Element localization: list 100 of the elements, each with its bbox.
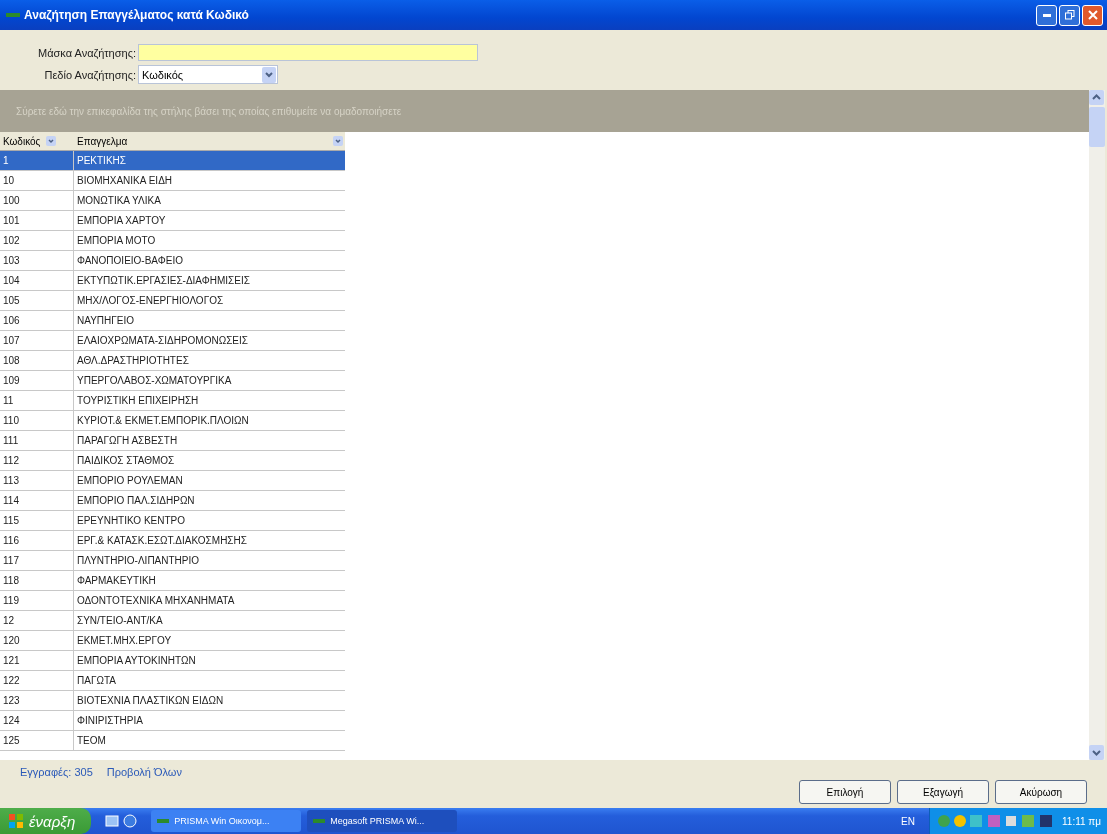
table-row[interactable]: 10 ΒΙΟΜΗΧΑΝΙΚΑ ΕΙΔΗ — [0, 171, 345, 191]
table-cell-text: ΕΜΠΟΡΙΑ ΧΑΡΤΟΥ — [76, 214, 167, 228]
table-cell-text: ΟΔΟΝΤΟΤΕΧΝΙΚΑ ΜΗΧΑΝΗΜΑΤΑ — [76, 594, 236, 608]
scroll-down-icon — [1089, 745, 1104, 760]
table-cell-text: ΠΑΙΔΙΚΟΣ ΣΤΑΘΜΟΣ — [76, 454, 176, 468]
table-cell-text: ΦΑΡΜΑΚΕΥΤΙΚΗ — [76, 574, 157, 588]
table-cell: 117 — [0, 551, 74, 570]
table-cell: 111 — [0, 431, 74, 450]
table-row[interactable]: 104 ΕΚΤΥΠΩΤΙΚ.ΕΡΓΑΣΙΕΣ-ΔΙΑΦΗΜΙΣΕΙΣ — [0, 271, 345, 291]
table-cell-text: ΕΛΑΙΟΧΡΩΜΑΤΑ-ΣΙΔΗΡΟΜΟΝΩΣΕΙΣ — [76, 334, 249, 348]
mask-field[interactable] — [138, 44, 478, 61]
table-row[interactable]: 12 ΣΥΝ/ΤΕΙΟ-ΑΝΤ/ΚΑ — [0, 611, 345, 631]
record-count: Εγγραφές: 305 — [20, 766, 93, 780]
table-cell-text: ΚΥΡΙΟΤ.& ΕΚΜΕΤ.ΕΜΠΟΡΙΚ.ΠΛΟΙΩΝ — [76, 414, 250, 428]
table-row[interactable]: 120 ΕΚΜΕΤ.ΜΗΧ.ΕΡΓΟΥ — [0, 631, 345, 651]
table-row[interactable]: 112 ΠΑΙΔΙΚΟΣ ΣΤΑΘΜΟΣ — [0, 451, 345, 471]
table-cell: 12 — [0, 611, 74, 630]
table-cell: 107 — [0, 331, 74, 350]
taskbar-button[interactable]: PRISMA Win Οικονομ... — [151, 810, 302, 832]
language-indicator[interactable]: EN — [901, 815, 923, 827]
table-cell-text: ΕΜΠΟΡΙΑ ΜΟΤΟ — [76, 234, 157, 248]
column-header[interactable]: Κωδικός — [0, 132, 74, 150]
table-cell: 123 — [0, 691, 74, 710]
table-cell-text: ΕΡΕΥΝΗΤΙΚΟ ΚΕΝΤΡΟ — [76, 514, 187, 528]
scroll-up-icon — [1089, 90, 1104, 105]
table-row[interactable]: 114 ΕΜΠΟΡΙΟ ΠΑΛ.ΣΙΔΗΡΩΝ — [0, 491, 345, 511]
table-cell: 114 — [0, 491, 74, 510]
table-cell-text: ΒΙΟΜΗΧΑΝΙΚΑ ΕΙΔΗ — [76, 174, 174, 188]
table-cell-text: ΡΕΚΤΙΚΗΣ — [76, 154, 127, 168]
action-button[interactable]: Ακύρωση — [995, 780, 1087, 804]
table-row[interactable]: 118 ΦΑΡΜΑΚΕΥΤΙΚΗ — [0, 571, 345, 591]
action-button[interactable]: Επιλογή — [799, 780, 891, 804]
table-row[interactable]: 116 ΕΡΓ.& ΚΑΤΑΣΚ.ΕΣΩΤ.ΔΙΑΚΟΣΜΗΣΗΣ — [0, 531, 345, 551]
table-row[interactable]: 111 ΠΑΡΑΓΩΓΗ ΑΣΒΕΣΤΗ — [0, 431, 345, 451]
vertical-scrollbar[interactable] — [1089, 90, 1105, 760]
browser-icon[interactable] — [123, 814, 138, 828]
table-row[interactable]: 115 ΕΡΕΥΝΗΤΙΚΟ ΚΕΝΤΡΟ — [0, 511, 345, 531]
table-cell: 122 — [0, 671, 74, 690]
table-cell-text: ΕΜΠΟΡΙΟ ΠΑΛ.ΣΙΔΗΡΩΝ — [76, 494, 196, 508]
table-row[interactable]: 122 ΠΑΓΩΤΑ — [0, 671, 345, 691]
table-cell-text: ΝΑΥΠΗΓΕΙΟ — [76, 314, 135, 328]
table-row[interactable]: 102 ΕΜΠΟΡΙΑ ΜΟΤΟ — [0, 231, 345, 251]
restore-button[interactable] — [1059, 4, 1080, 26]
table-cell-text: ΕΜΠΟΡΙΟ ΡΟΥΛΕΜΑΝ — [76, 474, 184, 488]
filter-arrow-icon — [46, 136, 57, 146]
table-cell: 106 — [0, 311, 74, 330]
table-row[interactable]: 103 ΦΑΝΟΠΟΙΕΙΟ-ΒΑΦΕΙΟ — [0, 251, 345, 271]
action-button[interactable]: Εξαγωγή — [897, 780, 989, 804]
table-cell-text: ΕΚΜΕΤ.ΜΗΧ.ΕΡΓΟΥ — [76, 634, 173, 648]
table-row[interactable]: 121 ΕΜΠΟΡΙΑ ΑΥΤΟΚΙΝΗΤΩΝ — [0, 651, 345, 671]
table-row[interactable]: 124 ΦΙΝΙΡΙΣΤΗΡΙΑ — [0, 711, 345, 731]
table-row[interactable]: 117 ΠΛΥΝΤΗΡΙΟ-ΛΙΠΑΝΤΗΡΙΟ — [0, 551, 345, 571]
table-row[interactable]: 105 ΜΗΧ/ΛΟΓΟΣ-ΕΝΕΡΓΗΙΟΛΟΓΟΣ — [0, 291, 345, 311]
taskbar-button[interactable]: Megasoft PRISMA Wi... — [307, 810, 458, 832]
table-cell: 116 — [0, 531, 74, 550]
table-row[interactable]: 106 ΝΑΥΠΗΓΕΙΟ — [0, 311, 345, 331]
field-dropdown[interactable]: Κωδικός — [138, 65, 278, 84]
table-cell-text: ΜΗΧ/ΛΟΓΟΣ-ΕΝΕΡΓΗΙΟΛΟΓΟΣ — [76, 294, 225, 308]
table-cell-text: ΕΡΓ.& ΚΑΤΑΣΚ.ΕΣΩΤ.ΔΙΑΚΟΣΜΗΣΗΣ — [76, 534, 248, 548]
table-cell-text: ΒΙΟΤΕΧΝΙΑ ΠΛΑΣΤΙΚΩΝ ΕΙΔΩΝ — [76, 694, 225, 708]
minimize-button[interactable] — [1036, 4, 1057, 26]
desktop-icon[interactable] — [105, 814, 120, 828]
field-label: Πεδίο Αναζήτησης: — [43, 68, 136, 81]
table-cell: 125 — [0, 731, 74, 750]
table-row[interactable]: 109 ΥΠΕΡΓΟΛΑΒΟΣ-ΧΩΜΑΤΟΥΡΓΙΚΑ — [0, 371, 345, 391]
table-row[interactable]: 11 ΤΟΥΡΙΣΤΙΚΗ ΕΠΙΧΕΙΡΗΣΗ — [0, 391, 345, 411]
table-cell-text: ΦΙΝΙΡΙΣΤΗΡΙΑ — [76, 714, 144, 728]
table-row[interactable]: 108 ΑΘΛ.ΔΡΑΣΤΗΡΙΟΤΗΤΕΣ — [0, 351, 345, 371]
app-icon — [6, 11, 20, 19]
table-cell: 100 — [0, 191, 74, 210]
table-row[interactable]: 123 ΒΙΟΤΕΧΝΙΑ ΠΛΑΣΤΙΚΩΝ ΕΙΔΩΝ — [0, 691, 345, 711]
table-row[interactable]: 113 ΕΜΠΟΡΙΟ ΡΟΥΛΕΜΑΝ — [0, 471, 345, 491]
table-row[interactable]: 100 ΜΟΝΩΤΙΚΑ ΥΛΙΚΑ — [0, 191, 345, 211]
table-row[interactable]: 101 ΕΜΠΟΡΙΑ ΧΑΡΤΟΥ — [0, 211, 345, 231]
app-icon — [157, 818, 170, 824]
table-cell: 124 — [0, 711, 74, 730]
table-row[interactable]: 1 ΡΕΚΤΙΚΗΣ — [0, 151, 345, 171]
close-button[interactable] — [1082, 4, 1103, 26]
table-cell-text: ΠΑΡΑΓΩΓΗ ΑΣΒΕΣΤΗ — [76, 434, 179, 448]
table-cell: 120 — [0, 631, 74, 650]
table-row[interactable]: 125 ΤΕΟΜ — [0, 731, 345, 751]
scroll-thumb[interactable] — [1089, 107, 1105, 147]
table-cell: 121 — [0, 651, 74, 670]
windows-logo-icon — [8, 813, 24, 829]
table-cell: 105 — [0, 291, 74, 310]
table-row[interactable]: 110 ΚΥΡΙΟΤ.& ΕΚΜΕΤ.ΕΜΠΟΡΙΚ.ΠΛΟΙΩΝ — [0, 411, 345, 431]
restore-icon — [1064, 10, 1075, 20]
table-cell: 119 — [0, 591, 74, 610]
table-cell: 103 — [0, 251, 74, 270]
show-all-link[interactable]: Προβολή Όλων — [106, 766, 182, 808]
table-cell: 10 — [0, 171, 74, 190]
table-cell: 108 — [0, 351, 74, 370]
table-row[interactable]: 107 ΕΛΑΙΟΧΡΩΜΑΤΑ-ΣΙΔΗΡΟΜΟΝΩΣΕΙΣ — [0, 331, 345, 351]
table-cell: 102 — [0, 231, 74, 250]
column-header[interactable]: Επαγγελμα — [74, 132, 345, 150]
table-row[interactable]: 119 ΟΔΟΝΤΟΤΕΧΝΙΚΑ ΜΗΧΑΝΗΜΑΤΑ — [0, 591, 345, 611]
table-cell: 109 — [0, 371, 74, 390]
table-cell: 112 — [0, 451, 74, 470]
table-cell-text: ΕΚΤΥΠΩΤΙΚ.ΕΡΓΑΣΙΕΣ-ΔΙΑΦΗΜΙΣΕΙΣ — [76, 274, 251, 288]
table-cell-text: ΥΠΕΡΓΟΛΑΒΟΣ-ΧΩΜΑΤΟΥΡΓΙΚΑ — [76, 374, 233, 388]
